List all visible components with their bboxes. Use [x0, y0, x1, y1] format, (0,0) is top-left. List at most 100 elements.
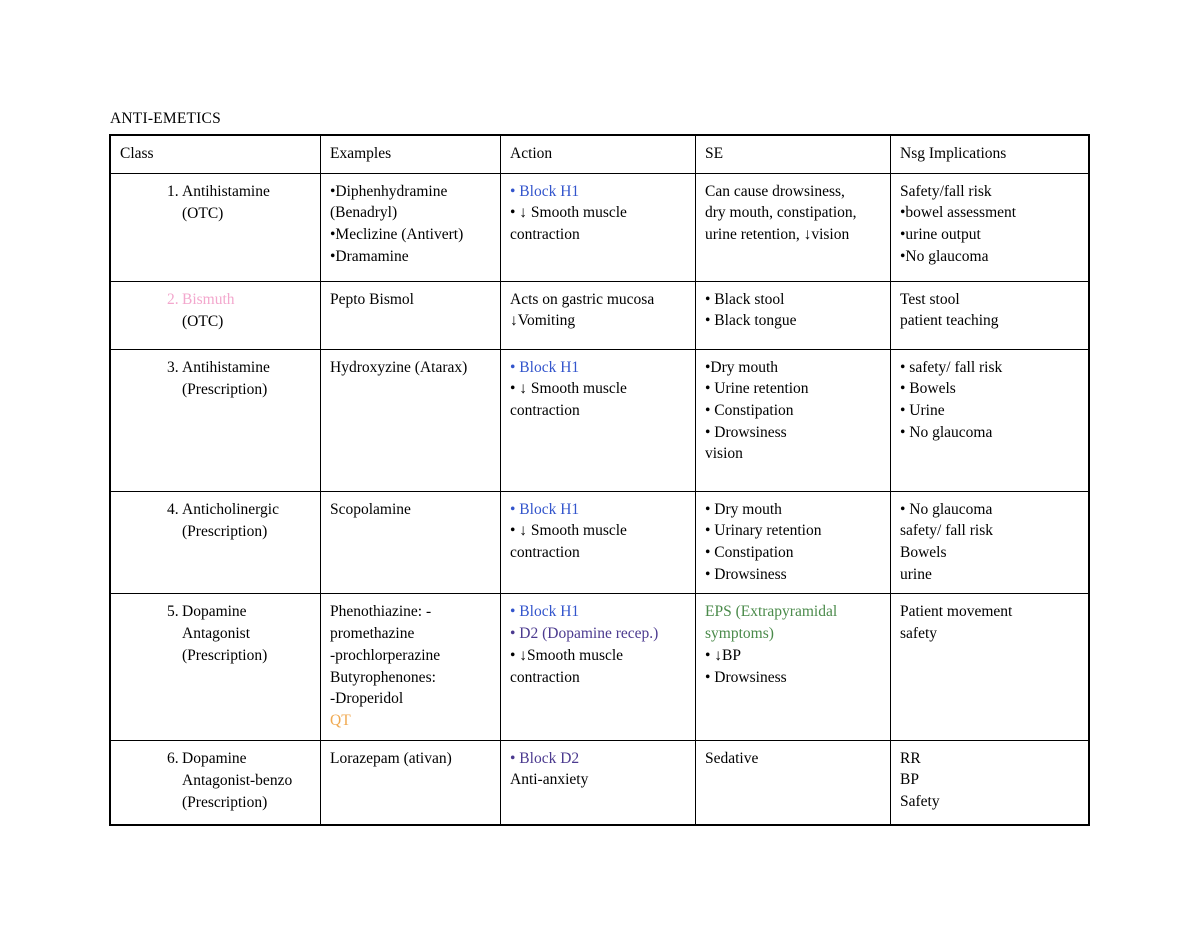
- se-line: Can cause drowsiness,: [705, 182, 845, 200]
- cell-class: 2. Bismuth (OTC): [110, 280, 321, 350]
- class-line: Antihistamine: [182, 182, 270, 200]
- cell-class: 1. Antihistamine (OTC): [110, 172, 321, 282]
- column-header-se: SE: [695, 135, 891, 174]
- se-line: dry mouth, constipation,: [705, 204, 857, 222]
- table-row: 4. Anticholinergic (Prescription) Scopol…: [110, 490, 1089, 595]
- cell-examples: Phenothiazine: - promethazine -prochlorp…: [320, 593, 501, 741]
- example-line: -Droperidol: [330, 690, 404, 708]
- cell-class: 6. Dopamine Antagonist-benzo (Prescripti…: [110, 739, 321, 825]
- cell-se: • Black stool • Black tongue: [695, 280, 891, 350]
- nsg-line: BP: [900, 771, 919, 789]
- row-number: 4.: [167, 500, 179, 518]
- se-line: • Drowsiness: [705, 668, 787, 686]
- nsg-line: •No glaucoma: [900, 247, 989, 265]
- table-row: 1. Antihistamine (OTC) •Diphenhydramine …: [110, 172, 1089, 282]
- cell-class: 5. Dopamine Antagonist (Prescription): [110, 593, 321, 741]
- se-line: urine retention, ↓vision: [705, 226, 850, 244]
- cell-examples: Scopolamine: [320, 490, 501, 595]
- column-header-examples: Examples: [320, 135, 501, 174]
- table-row: 6. Dopamine Antagonist-benzo (Prescripti…: [110, 739, 1089, 825]
- cell-examples: Lorazepam (ativan): [320, 739, 501, 825]
- table-row: 3. Antihistamine (Prescription) Hydroxyz…: [110, 348, 1089, 492]
- action-line: contraction: [510, 668, 580, 686]
- cell-nsg: Safety/fall risk •bowel assessment •urin…: [890, 172, 1089, 282]
- document-page: ANTI-EMETICS Class Examples Action SE Ns…: [0, 0, 1200, 927]
- class-line: (Prescription): [182, 793, 268, 811]
- class-label: Bismuth (OTC): [182, 289, 312, 333]
- cell-se: • Dry mouth • Urinary retention • Consti…: [695, 490, 891, 595]
- example-line: -prochlorperazine: [330, 646, 441, 664]
- nsg-line: safety/ fall risk: [900, 522, 993, 540]
- se-line: • Constipation: [705, 402, 794, 420]
- class-line: (Prescription): [182, 380, 268, 398]
- cell-examples: Pepto Bismol: [320, 280, 501, 350]
- nsg-line: Safety/fall risk: [900, 182, 992, 200]
- cell-examples: •Diphenhydramine (Benadryl) •Meclizine (…: [320, 172, 501, 282]
- class-line: Antihistamine: [182, 358, 270, 376]
- class-line: Antagonist-benzo: [182, 771, 293, 789]
- nsg-line: • Bowels: [900, 380, 956, 398]
- example-line: Scopolamine: [330, 500, 411, 518]
- cell-nsg: Patient movement safety: [890, 593, 1089, 741]
- se-line: • Drowsiness: [705, 423, 787, 441]
- action-line: • ↓ Smooth muscle: [510, 522, 627, 540]
- class-line: Dopamine: [182, 603, 247, 621]
- se-line: • Urine retention: [705, 380, 809, 398]
- example-line: Phenothiazine: -: [330, 603, 432, 621]
- se-line: • Drowsiness: [705, 565, 787, 583]
- nsg-line: •bowel assessment: [900, 204, 1017, 222]
- action-line: • Block H1: [510, 182, 580, 200]
- nsg-line: patient teaching: [900, 312, 999, 330]
- action-line: Anti-anxiety: [510, 771, 589, 789]
- cell-nsg: • safety/ fall risk • Bowels • Urine • N…: [890, 348, 1089, 492]
- se-line: EPS (Extrapyramidal: [705, 603, 838, 621]
- nsg-line: • Urine: [900, 402, 945, 420]
- cell-action: • Block H1 • ↓ Smooth muscle contraction: [500, 348, 696, 492]
- row-number: 1.: [167, 182, 179, 200]
- example-line-qt: QT: [330, 711, 351, 729]
- se-line: vision: [705, 445, 743, 463]
- cell-action: • Block D2 Anti-anxiety: [500, 739, 696, 825]
- action-line: contraction: [510, 544, 580, 562]
- nsg-line: • safety/ fall risk: [900, 358, 1003, 376]
- column-header-class: Class: [110, 135, 321, 174]
- table-header-row: Class Examples Action SE Nsg Implication…: [110, 135, 1089, 174]
- cell-se: EPS (Extrapyramidal symptoms) • ↓BP • Dr…: [695, 593, 891, 741]
- example-line: Butyrophenones:: [330, 668, 436, 686]
- action-line: ↓Vomiting: [510, 312, 576, 330]
- nsg-line: safety: [900, 625, 938, 643]
- table-row: 2. Bismuth (OTC) Pepto Bismol Acts on ga…: [110, 280, 1089, 350]
- example-line: promethazine: [330, 625, 415, 643]
- action-line: • Block H1: [510, 358, 580, 376]
- cell-se: Sedative: [695, 739, 891, 825]
- class-label: Antihistamine (OTC): [182, 181, 312, 225]
- example-line: Lorazepam (ativan): [330, 749, 452, 767]
- column-header-action: Action: [500, 135, 696, 174]
- se-line: • ↓BP: [705, 646, 742, 664]
- class-line: Dopamine: [182, 749, 247, 767]
- example-line: •Meclizine (Antivert): [330, 226, 464, 244]
- row-number: 3.: [167, 358, 179, 376]
- cell-se: Can cause drowsiness, dry mouth, constip…: [695, 172, 891, 282]
- class-line: Anticholinergic: [182, 500, 279, 518]
- row-number: 2.: [167, 290, 179, 308]
- action-line: contraction: [510, 226, 580, 244]
- action-line: Acts on gastric mucosa: [510, 290, 655, 308]
- action-line: • Block H1: [510, 500, 580, 518]
- nsg-line: urine: [900, 565, 932, 583]
- row-number: 6.: [167, 749, 179, 767]
- class-label: Dopamine Antagonist-benzo (Prescription): [182, 748, 312, 814]
- action-line: • ↓Smooth muscle: [510, 646, 624, 664]
- example-line: •Dramamine: [330, 247, 409, 265]
- nsg-line: •urine output: [900, 226, 981, 244]
- example-line: Pepto Bismol: [330, 290, 414, 308]
- cell-class: 3. Antihistamine (Prescription): [110, 348, 321, 492]
- page-title: ANTI-EMETICS: [110, 110, 221, 127]
- class-line: (Prescription): [182, 522, 268, 540]
- action-line: • ↓ Smooth muscle: [510, 380, 627, 398]
- class-line: Bismuth: [182, 290, 235, 308]
- cell-action: • Block H1 • D2 (Dopamine recep.) • ↓Smo…: [500, 593, 696, 741]
- nsg-line: • No glaucoma: [900, 423, 993, 441]
- nsg-line: Test stool: [900, 290, 960, 308]
- class-label: Antihistamine (Prescription): [182, 357, 312, 401]
